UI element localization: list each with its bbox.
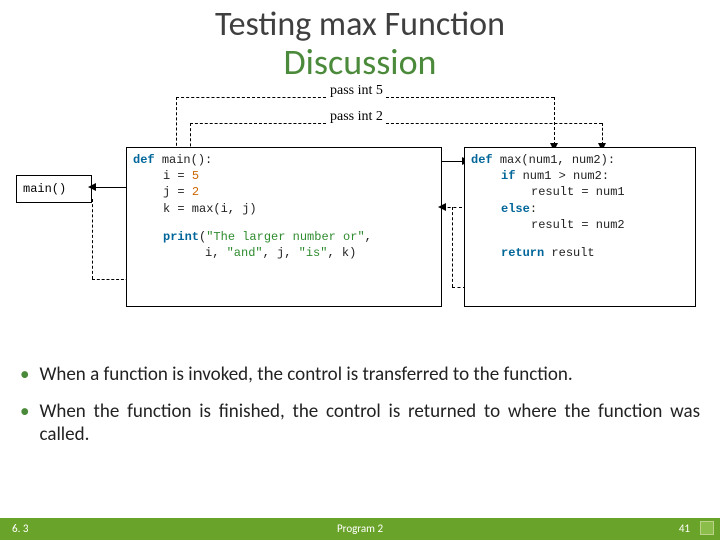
main-print-line1: print("The larger number or", [133,229,435,245]
main-line-k: k = max(i, j) [133,201,435,217]
bullet-dot-icon: • [20,400,29,446]
diagram-area: pass int 5 pass int 2 main() def main():… [14,89,706,349]
max-result1: result = num1 [471,184,689,200]
max-if-line: if num1 > num2: [471,168,689,184]
title-line-1: Testing max Function [0,6,720,43]
bullet-1: • When a function is invoked, the contro… [20,363,700,386]
max-function-box: def max(num1, num2): if num1 > num2: res… [464,147,696,307]
footer-page-number: 41 [679,522,690,535]
main-def-line: def main(): [133,152,435,168]
max-else-line: else: [471,201,689,217]
title-line-2: Discussion [0,43,720,83]
footer-bar: 6. 3 Program 2 41 [0,518,720,540]
bullet-1-text: When a function is invoked, the control … [39,363,572,386]
slide-title: Testing max Function Discussion [0,0,720,83]
bullet-list: • When a function is invoked, the contro… [20,363,700,446]
main-print-line2: i, "and", j, "is", k) [133,245,435,261]
main-line-i: i = 5 [133,168,435,184]
label-pass-2: pass int 2 [330,109,383,125]
footer-section: 6. 3 [12,522,28,535]
bullet-dot-icon: • [20,363,29,386]
max-return-line: return result [471,245,689,261]
bullet-2-text: When the function is finished, the contr… [39,400,700,446]
max-def-line: def max(num1, num2): [471,152,689,168]
footer-menu-icon[interactable] [700,521,714,535]
main-call-text: main() [23,182,66,196]
max-result2: result = num2 [471,217,689,233]
main-function-box: def main(): i = 5 j = 2 k = max(i, j) pr… [126,147,442,307]
main-call-box: main() [16,175,92,203]
main-line-j: j = 2 [133,184,435,200]
bullet-2: • When the function is finished, the con… [20,400,700,446]
footer-program: Program 2 [337,522,383,535]
label-pass-5: pass int 5 [330,83,383,99]
